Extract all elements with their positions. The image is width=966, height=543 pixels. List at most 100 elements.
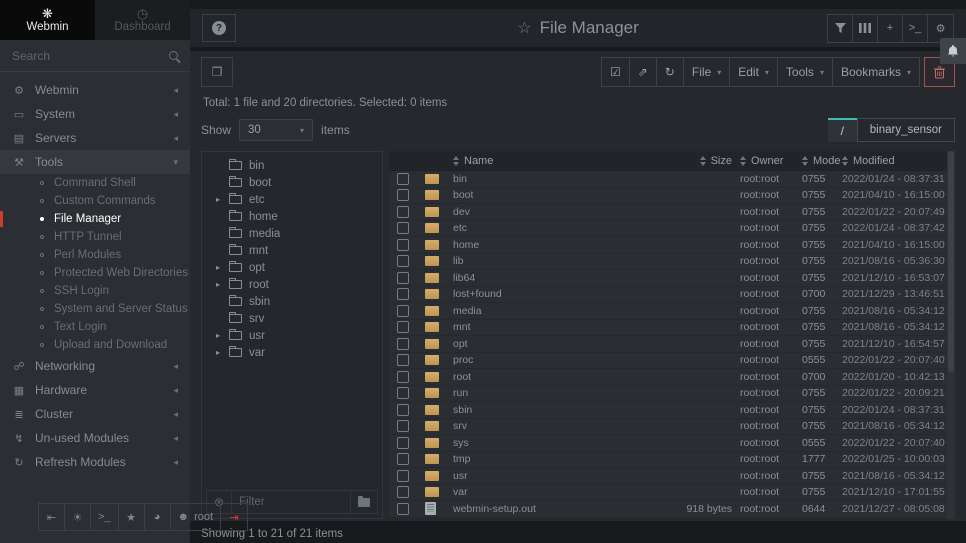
column-header-mode[interactable]: Mode	[802, 155, 842, 167]
menu-bookmarks[interactable]: Bookmarks▾	[833, 58, 919, 86]
path-box[interactable]: binary_sensor	[857, 118, 955, 142]
tree-item-home[interactable]: home	[202, 208, 382, 225]
file-name[interactable]: var	[453, 486, 666, 498]
sidebar-subitem-command-shell[interactable]: Command Shell	[0, 174, 190, 192]
tree-item-etc[interactable]: ▸etc	[202, 191, 382, 208]
file-name[interactable]: webmin-setup.out	[453, 503, 666, 515]
file-name[interactable]: srv	[453, 420, 666, 432]
table-row-dev[interactable]: devroot:root07552022/01/22 - 20:07:49	[389, 204, 955, 221]
table-row-webmin-setup-out[interactable]: webmin-setup.out918 bytesroot:root064420…	[389, 501, 955, 518]
tree-expand-icon[interactable]: ▸	[214, 331, 222, 340]
file-name[interactable]: lib	[453, 255, 666, 267]
tree-filter-input[interactable]	[239, 496, 343, 508]
tree-item-boot[interactable]: boot	[202, 174, 382, 191]
row-checkbox[interactable]	[397, 470, 409, 482]
table-row-lib64[interactable]: lib64root:root07552021/12/10 - 16:53:07	[389, 270, 955, 287]
menu-tools[interactable]: Tools▾	[778, 58, 833, 86]
row-checkbox[interactable]	[397, 371, 409, 383]
sidebar-subitem-perl-modules[interactable]: Perl Modules	[0, 246, 190, 264]
columns-button[interactable]	[853, 15, 878, 42]
breadcrumb-root[interactable]: /	[828, 118, 857, 142]
table-row-tmp[interactable]: tmproot:root17772022/01/25 - 10:00:03	[389, 452, 955, 469]
logout-button[interactable]: ⇥	[221, 504, 247, 530]
table-row-sbin[interactable]: sbinroot:root07552022/01/24 - 08:37:31	[389, 402, 955, 419]
row-checkbox[interactable]	[397, 206, 409, 218]
tree-item-var[interactable]: ▸var	[202, 344, 382, 361]
row-checkbox[interactable]	[397, 272, 409, 284]
help-button[interactable]: ?	[202, 14, 236, 42]
sidebar-item-system[interactable]: ▭System◂	[0, 102, 190, 126]
table-row-etc[interactable]: etcroot:root07552022/01/24 - 08:37:42	[389, 221, 955, 238]
table-row-sys[interactable]: sysroot:root05552022/01/22 - 20:07:40	[389, 435, 955, 452]
table-row-run[interactable]: runroot:root07552022/01/22 - 20:09:21	[389, 386, 955, 403]
table-row-mnt[interactable]: mntroot:root07552021/08/16 - 05:34:12	[389, 320, 955, 337]
sidebar-subitem-file-manager[interactable]: File Manager	[0, 210, 190, 228]
filter-button[interactable]	[828, 15, 853, 42]
row-checkbox[interactable]	[397, 288, 409, 300]
tree-item-sbin[interactable]: sbin	[202, 293, 382, 310]
column-header-size[interactable]: Size	[666, 155, 740, 167]
tree-expand-icon[interactable]: ▸	[214, 263, 222, 272]
terminal-button[interactable]: >_	[903, 15, 928, 42]
row-checkbox[interactable]	[397, 305, 409, 317]
sort-icon[interactable]	[700, 156, 706, 166]
tree-item-usr[interactable]: ▸usr	[202, 327, 382, 344]
collapse-button[interactable]: ⇤	[39, 504, 65, 530]
file-name[interactable]: run	[453, 387, 666, 399]
sidebar-item-servers[interactable]: ▤Servers◂	[0, 126, 190, 150]
file-name[interactable]: home	[453, 239, 666, 251]
row-checkbox[interactable]	[397, 437, 409, 449]
column-header-name[interactable]: Name	[453, 155, 666, 167]
tree-expand-icon[interactable]: ▸	[214, 280, 222, 289]
tree-item-root[interactable]: ▸root	[202, 276, 382, 293]
menu-file[interactable]: File▾	[684, 58, 730, 86]
file-name[interactable]: proc	[453, 354, 666, 366]
table-row-lost-found[interactable]: lost+foundroot:root07002021/12/29 - 13:4…	[389, 287, 955, 304]
table-row-proc[interactable]: procroot:root05552022/01/22 - 20:07:40	[389, 353, 955, 370]
table-row-root[interactable]: rootroot:root07002022/01/20 - 10:42:13	[389, 369, 955, 386]
favorites-button[interactable]: ★	[119, 504, 145, 530]
sidebar-item-hardware[interactable]: ▦Hardware◂	[0, 378, 190, 402]
tree-item-srv[interactable]: srv	[202, 310, 382, 327]
file-name[interactable]: usr	[453, 470, 666, 482]
search-input[interactable]	[12, 49, 169, 63]
refresh-button[interactable]: ↻	[657, 58, 684, 86]
table-row-bin[interactable]: binroot:root07552022/01/24 - 08:37:31	[389, 171, 955, 188]
sort-icon[interactable]	[802, 156, 808, 166]
tab-dashboard[interactable]: ◷ Dashboard	[95, 0, 190, 40]
file-name[interactable]: lost+found	[453, 288, 666, 300]
row-checkbox[interactable]	[397, 255, 409, 267]
tree-expand-icon[interactable]: ▸	[214, 195, 222, 204]
file-name[interactable]: sys	[453, 437, 666, 449]
tree-item-mnt[interactable]: mnt	[202, 242, 382, 259]
sort-icon[interactable]	[453, 156, 459, 166]
table-row-var[interactable]: varroot:root07552021/12/10 - 17:01:55	[389, 485, 955, 502]
file-name[interactable]: opt	[453, 338, 666, 350]
row-checkbox[interactable]	[397, 239, 409, 251]
row-checkbox[interactable]	[397, 173, 409, 185]
add-button[interactable]: +	[878, 15, 903, 42]
file-name[interactable]: etc	[453, 222, 666, 234]
user-button[interactable]: ☻root	[171, 504, 222, 530]
row-checkbox[interactable]	[397, 453, 409, 465]
tab-webmin[interactable]: ❋ Webmin	[0, 0, 95, 40]
shell-button[interactable]: >_	[91, 504, 119, 530]
sort-icon[interactable]	[740, 156, 746, 166]
table-row-media[interactable]: mediaroot:root07552021/08/16 - 05:34:12	[389, 303, 955, 320]
clone-view-button[interactable]: ❐	[201, 57, 233, 87]
table-row-boot[interactable]: bootroot:root07552021/04/10 - 16:15:00	[389, 188, 955, 205]
favorite-star-icon[interactable]: ☆	[517, 18, 531, 38]
sidebar-subitem-system-and-server-status[interactable]: System and Server Status	[0, 300, 190, 318]
row-checkbox[interactable]	[397, 338, 409, 350]
file-name[interactable]: mnt	[453, 321, 666, 333]
select-all-button[interactable]: ☑	[602, 58, 630, 86]
table-row-srv[interactable]: srvroot:root07552021/08/16 - 05:34:12	[389, 419, 955, 436]
file-name[interactable]: media	[453, 305, 666, 317]
row-checkbox[interactable]	[397, 404, 409, 416]
sidebar-subitem-upload-and-download[interactable]: Upload and Download	[0, 336, 190, 354]
column-header-modified[interactable]: Modified	[842, 155, 947, 167]
night-mode-button[interactable]: ☀	[65, 504, 91, 530]
tree-item-opt[interactable]: ▸opt	[202, 259, 382, 276]
table-scrollbar[interactable]	[947, 151, 955, 519]
table-row-usr[interactable]: usrroot:root07552021/08/16 - 05:34:12	[389, 468, 955, 485]
